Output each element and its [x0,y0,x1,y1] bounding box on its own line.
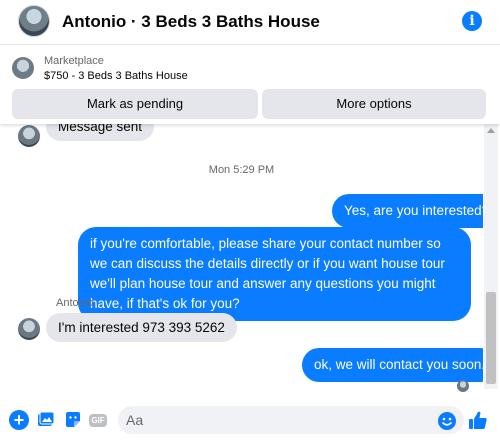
message-bubble-incoming: I'm interested 973 393 5262 [46,313,237,342]
marketplace-panel: Marketplace $750 - 3 Beds 3 Baths House … [0,44,500,124]
thread-scrollbar[interactable] [484,124,498,389]
sender-avatar[interactable] [18,318,40,340]
scroll-up-arrow-icon[interactable] [487,128,495,133]
contact-avatar[interactable] [18,5,50,37]
gif-label: GIF [89,413,107,427]
message-bubble-incoming: Message sent [46,124,155,141]
message-bubble-outgoing: if you're comfortable, please share your… [78,227,471,321]
message-timestamp: Mon 5:29 PM [208,164,275,176]
more-options-button[interactable]: More options [262,89,486,119]
plus-icon[interactable]: + [9,410,29,430]
gif-icon[interactable]: GIF [88,410,108,430]
photo-icon[interactable] [36,410,56,430]
emoji-icon[interactable] [437,411,457,431]
message-composer: + GIF [0,400,500,443]
message-input[interactable] [118,406,464,434]
message-thread: Message sent Mon 5:29 PM Yes, are you in… [0,124,483,394]
message-bubble-outgoing: Yes, are you interested? [332,194,483,228]
marketplace-label: Marketplace [44,55,104,67]
listing-thumbnail[interactable] [12,57,34,79]
seen-indicator-avatar [457,380,469,392]
message-bubble-outgoing: ok, we will contact you soon. [302,348,483,382]
sender-name: Antonio [56,297,94,309]
listing-title[interactable]: $750 - 3 Beds 3 Baths House [44,70,188,82]
like-icon[interactable] [468,410,488,430]
sticker-icon[interactable] [63,410,83,430]
chat-title[interactable]: Antonio · 3 Beds 3 Baths House [62,12,320,32]
sender-avatar[interactable] [18,125,40,147]
scrollbar-thumb[interactable] [486,292,496,384]
chat-header: Antonio · 3 Beds 3 Baths House i [0,0,500,44]
info-icon[interactable]: i [462,11,482,31]
mark-as-pending-button[interactable]: Mark as pending [12,89,258,119]
